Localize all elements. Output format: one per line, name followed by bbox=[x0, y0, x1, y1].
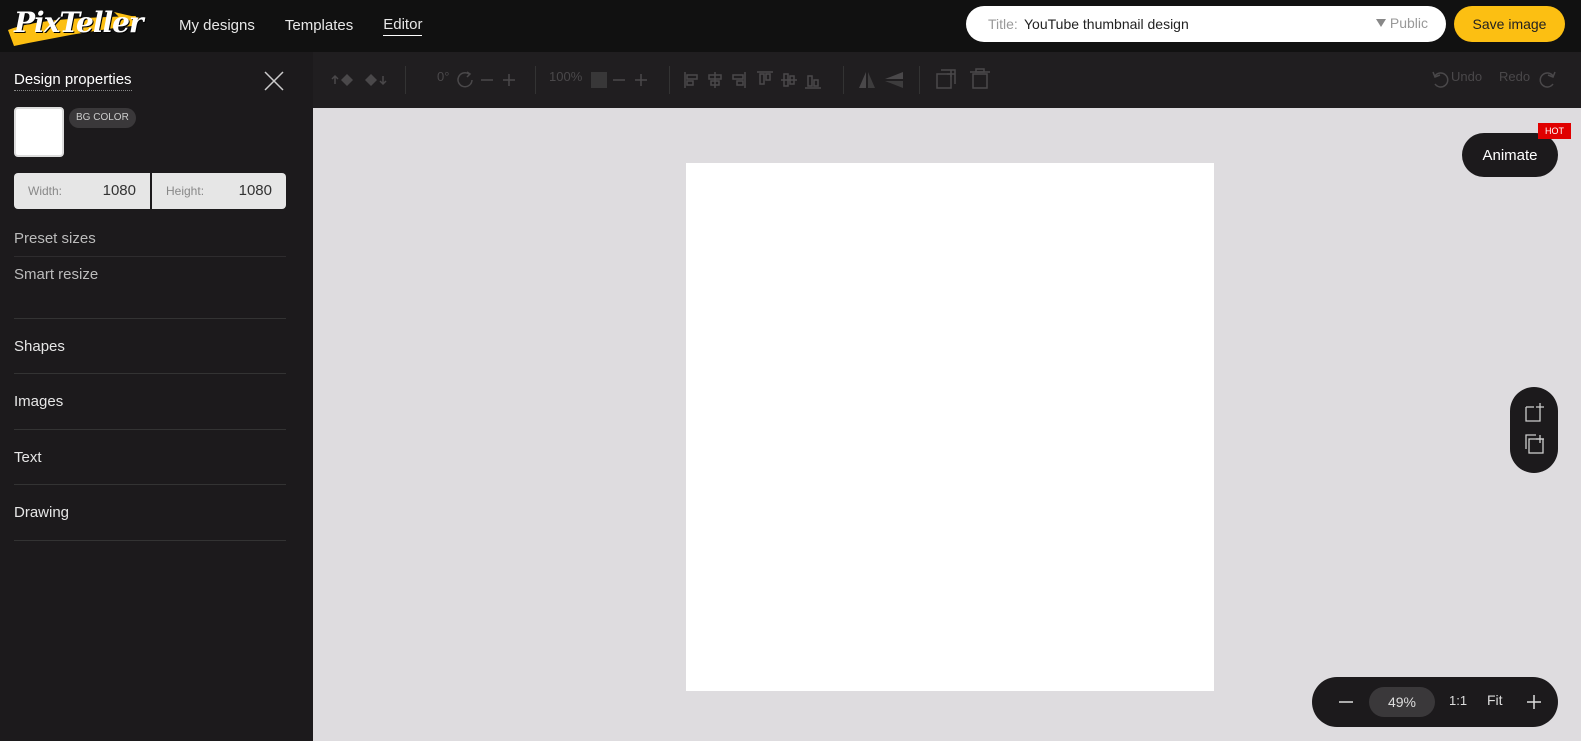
zoom-out-icon[interactable] bbox=[1336, 692, 1356, 712]
layer-order-icon[interactable] bbox=[331, 70, 391, 90]
rotate-controls-icon[interactable] bbox=[455, 70, 535, 90]
save-image-button[interactable]: Save image bbox=[1454, 6, 1565, 42]
toolbar-divider bbox=[535, 66, 536, 94]
redo-icon[interactable] bbox=[1539, 70, 1557, 90]
toolbar-divider bbox=[405, 66, 406, 94]
nav-editor[interactable]: Editor bbox=[383, 16, 423, 36]
toolbar-divider bbox=[669, 66, 670, 94]
title-field[interactable]: Title: Public bbox=[966, 6, 1446, 42]
bg-color-label: BG COLOR bbox=[69, 108, 136, 128]
zoom-fit-button[interactable]: Fit bbox=[1487, 692, 1503, 708]
divider bbox=[14, 484, 286, 485]
duplicate-delete-icons[interactable] bbox=[935, 68, 995, 90]
caret-down-icon bbox=[1375, 19, 1386, 27]
divider bbox=[14, 429, 286, 430]
flip-icons[interactable] bbox=[857, 70, 907, 90]
section-shapes[interactable]: Shapes bbox=[14, 338, 286, 355]
divider bbox=[14, 540, 286, 541]
add-page-icon[interactable] bbox=[1524, 401, 1546, 423]
design-canvas[interactable] bbox=[686, 163, 1214, 691]
toolbar-divider bbox=[919, 66, 920, 94]
bg-color-swatch[interactable] bbox=[14, 107, 64, 157]
section-drawing[interactable]: Drawing bbox=[14, 504, 286, 521]
section-text[interactable]: Text bbox=[14, 449, 286, 466]
divider bbox=[14, 373, 286, 374]
divider bbox=[14, 318, 286, 319]
width-label: Width: bbox=[28, 184, 63, 198]
logo-text: PixTeller bbox=[14, 6, 144, 39]
rotation-value[interactable]: 0° bbox=[437, 69, 449, 84]
hot-badge: HOT bbox=[1538, 123, 1571, 139]
align-icons[interactable] bbox=[683, 70, 833, 90]
width-field[interactable]: Width: 1080 bbox=[14, 173, 150, 209]
width-value[interactable]: 1080 bbox=[103, 182, 136, 199]
nav-my-designs[interactable]: My designs bbox=[179, 17, 255, 36]
zoom-level[interactable]: 49% bbox=[1369, 687, 1435, 717]
opacity-controls-icon[interactable] bbox=[589, 70, 659, 90]
duplicate-page-icon[interactable] bbox=[1524, 433, 1546, 455]
opacity-value[interactable]: 100% bbox=[549, 69, 582, 84]
close-icon[interactable] bbox=[263, 70, 285, 92]
height-value[interactable]: 1080 bbox=[239, 182, 272, 199]
left-sidebar: Design properties BG COLOR Width: 1080 H… bbox=[0, 52, 313, 741]
editor-toolbar: 0° 100% Undo Redo bbox=[313, 52, 1581, 108]
nav-templates[interactable]: Templates bbox=[285, 17, 353, 36]
title-label: Title: bbox=[988, 16, 1018, 32]
top-bar: PixTeller My designs Templates Editor Ti… bbox=[0, 0, 1581, 52]
toolbar-divider bbox=[843, 66, 844, 94]
visibility-dropdown[interactable]: Public bbox=[1375, 15, 1428, 31]
title-input[interactable] bbox=[1024, 12, 1324, 36]
animate-button[interactable]: Animate bbox=[1462, 133, 1558, 177]
height-label: Height: bbox=[166, 184, 205, 198]
zoom-actual-size-button[interactable]: 1:1 bbox=[1449, 693, 1467, 708]
visibility-label: Public bbox=[1389, 15, 1428, 31]
design-properties-heading[interactable]: Design properties bbox=[14, 71, 132, 91]
smart-resize-link[interactable]: Smart resize bbox=[14, 266, 286, 283]
section-images[interactable]: Images bbox=[14, 393, 286, 410]
main-nav: My designs Templates Editor bbox=[179, 0, 452, 52]
dimensions-fields: Width: 1080 Height: 1080 bbox=[14, 173, 286, 209]
redo-button[interactable]: Redo bbox=[1499, 69, 1530, 84]
zoom-in-icon[interactable] bbox=[1524, 692, 1544, 712]
height-field[interactable]: Height: 1080 bbox=[150, 173, 286, 209]
undo-button[interactable]: Undo bbox=[1451, 69, 1482, 84]
pixteller-logo[interactable]: PixTeller bbox=[4, 0, 144, 52]
page-tools bbox=[1510, 387, 1558, 473]
preset-sizes-link[interactable]: Preset sizes bbox=[14, 230, 286, 257]
undo-icon[interactable] bbox=[1431, 70, 1449, 90]
zoom-controls: 49% 1:1 Fit bbox=[1312, 677, 1558, 727]
